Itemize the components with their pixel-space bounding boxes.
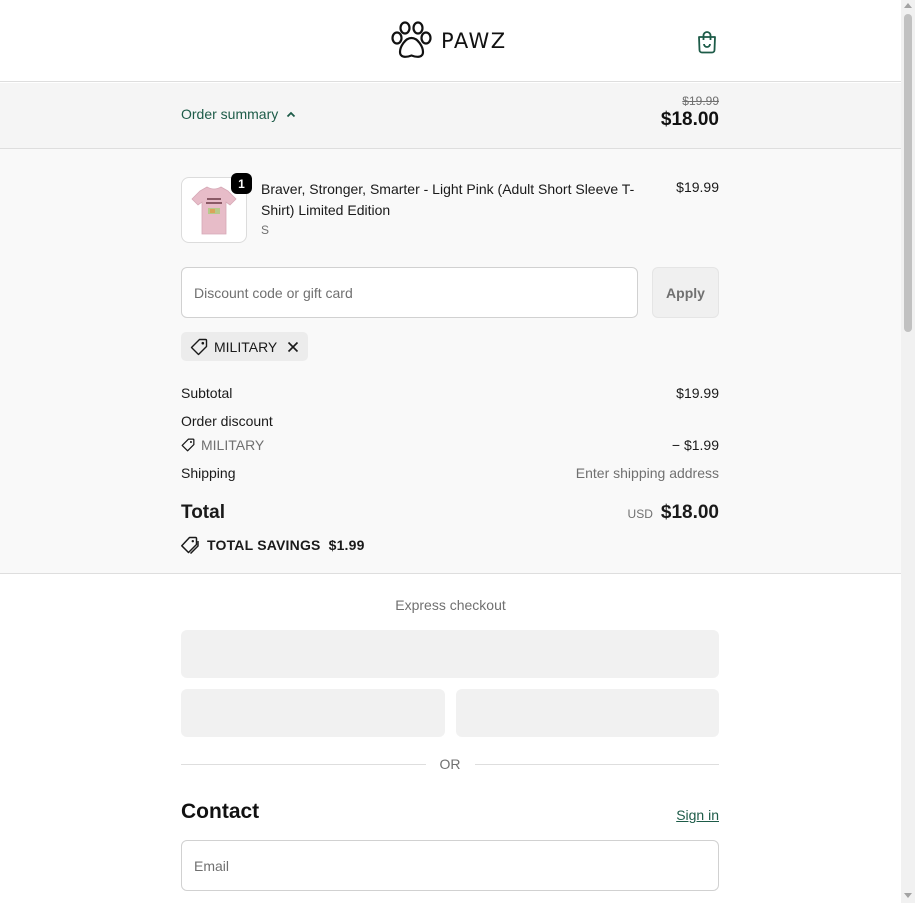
apply-discount-button[interactable]: Apply [652, 267, 719, 318]
applied-discount-code: MILITARY [214, 338, 278, 355]
total-savings: TOTAL SAVINGS $1.99 [181, 536, 365, 554]
product-price: $19.99 [676, 179, 719, 195]
subtotal-value: $19.99 [676, 385, 719, 401]
total-row: Total USD $18.00 [181, 502, 719, 524]
brand-name: PAWZ [441, 29, 507, 53]
order-summary-panel: 1 Braver, Stronger, Smarter - Light Pink… [0, 149, 901, 574]
scrollbar-thumb[interactable] [904, 14, 912, 332]
order-summary-toggle[interactable]: Order summary [181, 106, 296, 122]
product-variant: S [261, 223, 270, 237]
total-value: $18.00 [660, 502, 719, 523]
current-price: $18.00 [660, 109, 719, 130]
scroll-up-arrow-icon[interactable] [904, 3, 912, 8]
order-summary-label: Order summary [181, 106, 279, 122]
savings-label: TOTAL SAVINGS [207, 537, 321, 553]
scroll-down-arrow-icon[interactable] [904, 893, 912, 898]
summary-price: $19.99 $18.00 [661, 94, 719, 132]
subtotal-label: Subtotal [181, 385, 233, 401]
order-discount-label: Order discount [181, 413, 273, 429]
remove-discount-button[interactable] [287, 341, 299, 353]
chevron-up-icon [287, 111, 296, 117]
shipping-row: Shipping Enter shipping address [181, 465, 719, 481]
order-discount-row: Order discount [181, 413, 719, 429]
applied-discount-chip: MILITARY [181, 332, 309, 361]
divider-line [181, 763, 426, 765]
sign-in-link[interactable]: Sign in [676, 807, 719, 823]
savings-value: $1.99 [328, 537, 365, 553]
email-field[interactable] [181, 840, 719, 891]
product-name: Braver, Stronger, Smarter - Light Pink (… [261, 181, 635, 218]
shipping-value: Enter shipping address [575, 465, 719, 481]
product-thumbnail: 1 [181, 173, 252, 243]
page-scrollbar[interactable] [901, 0, 915, 903]
tag-icon [190, 338, 208, 355]
express-pay-button-right[interactable] [456, 689, 719, 737]
discount-form: Apply [181, 267, 719, 318]
or-divider: OR [181, 755, 719, 773]
header: PAWZ [0, 0, 901, 82]
discount-detail-row: MILITARY − $1.99 [181, 437, 719, 453]
express-checkout-title: Express checkout [395, 597, 506, 613]
original-price: $19.99 [682, 94, 719, 108]
cart-button[interactable] [692, 27, 722, 57]
brand-logo[interactable]: PAWZ [389, 20, 507, 62]
express-pay-button-primary[interactable] [181, 630, 719, 678]
discount-code-input[interactable] [181, 267, 638, 318]
divider-line [474, 763, 719, 765]
discount-code-line: MILITARY [181, 437, 264, 453]
express-pay-button-left[interactable] [181, 689, 445, 737]
total-label: Total [181, 502, 225, 523]
shopping-bag-icon [698, 31, 716, 54]
line-item: 1 Braver, Stronger, Smarter - Light Pink… [181, 173, 719, 243]
shipping-label: Shipping [181, 465, 236, 481]
paw-print-icon [391, 21, 432, 58]
total-currency: USD [627, 507, 653, 521]
tag-icon [181, 438, 195, 452]
order-summary-bar: Order summary $19.99 $18.00 [0, 83, 901, 149]
discount-code-text: MILITARY [201, 437, 265, 453]
discount-value: − $1.99 [671, 437, 719, 453]
checkout-page: PAWZ Order summary $19.99 $18.00 1 Brave… [0, 0, 901, 903]
or-label: OR [439, 756, 461, 772]
tags-icon [181, 536, 199, 554]
close-icon [288, 341, 299, 352]
contact-title: Contact [181, 800, 260, 823]
quantity-badge: 1 [231, 173, 252, 194]
subtotal-row: Subtotal $19.99 [181, 385, 719, 401]
